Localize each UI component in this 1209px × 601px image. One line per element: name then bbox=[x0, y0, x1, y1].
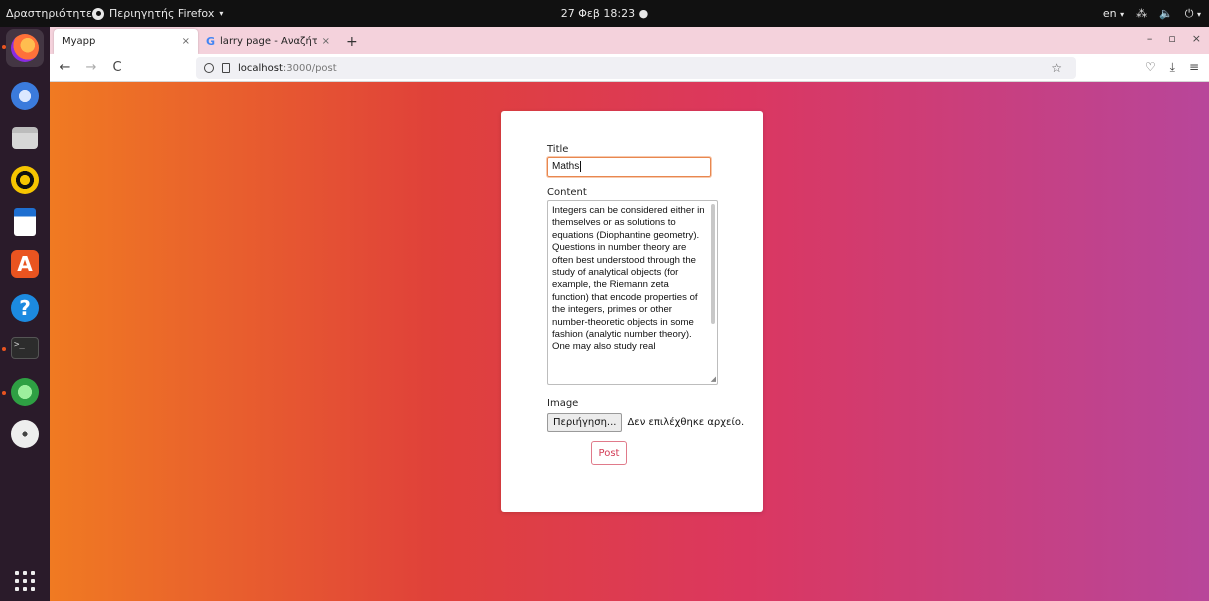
tab-myapp[interactable]: Myapp × bbox=[54, 29, 198, 54]
firefox-icon bbox=[92, 7, 104, 20]
browse-button[interactable]: Περιήγηση... bbox=[547, 413, 623, 432]
maximize-icon[interactable]: ▫ bbox=[1168, 32, 1175, 45]
system-top-bar: Δραστηριότητες Περιηγητής Firefox ▾ 27 Φ… bbox=[0, 0, 1209, 27]
dock-firefox[interactable] bbox=[6, 29, 44, 67]
tab-title: larry page - Αναζήτηση G bbox=[220, 36, 317, 47]
help-icon: ? bbox=[11, 294, 39, 322]
forward-button[interactable]: → bbox=[80, 60, 102, 75]
minimize-icon[interactable]: – bbox=[1147, 32, 1153, 45]
dock-thunderbird[interactable] bbox=[6, 77, 44, 115]
files-icon bbox=[12, 127, 38, 149]
resize-handle-icon[interactable]: ◢ bbox=[711, 376, 716, 383]
close-tab-icon[interactable]: × bbox=[322, 36, 330, 47]
notification-dot-icon: ● bbox=[638, 7, 649, 20]
url-host: localhost bbox=[238, 62, 283, 74]
app-menu-label: Περιηγητής Firefox bbox=[109, 7, 215, 20]
textarea-scrollbar[interactable] bbox=[711, 204, 715, 324]
chevron-down-icon: ▾ bbox=[219, 9, 224, 18]
power-icon[interactable]: ⏻ ▾ bbox=[1185, 7, 1201, 21]
reload-button[interactable]: C bbox=[106, 60, 128, 75]
network-icon[interactable]: ⁂ bbox=[1136, 7, 1147, 20]
no-file-selected-text: Δεν επιλέχθηκε αρχείο. bbox=[627, 417, 745, 428]
page-viewport: Title Maths Content Integers can be cons… bbox=[50, 82, 1209, 601]
navigation-bar: ← → C localhost:3000/post ☆ ♡ ⤓ ≡ bbox=[50, 54, 1209, 82]
new-tab-button[interactable]: + bbox=[338, 29, 366, 54]
title-input[interactable]: Maths bbox=[547, 157, 711, 177]
menu-icon[interactable]: ≡ bbox=[1189, 60, 1199, 75]
close-window-icon[interactable]: × bbox=[1192, 32, 1201, 45]
activities-button[interactable]: Δραστηριότητες bbox=[0, 7, 98, 20]
file-input: Περιήγηση... Δεν επιλέχθηκε αρχείο. bbox=[547, 413, 744, 432]
dock-terminal[interactable]: >_ bbox=[6, 329, 44, 367]
tab-title: Myapp bbox=[62, 36, 96, 47]
url-path: :3000/post bbox=[282, 62, 337, 74]
language-selector[interactable]: en ▾ bbox=[1103, 7, 1124, 20]
post-button[interactable]: Post bbox=[591, 441, 627, 465]
download-icon[interactable]: ⤓ bbox=[1170, 60, 1175, 75]
dock-writer[interactable] bbox=[6, 203, 44, 241]
content-textarea[interactable]: Integers can be considered either in the… bbox=[547, 200, 718, 385]
dock-atom[interactable] bbox=[6, 373, 44, 411]
software-store-icon: A bbox=[11, 250, 39, 278]
dock-help[interactable]: ? bbox=[6, 289, 44, 327]
firefox-icon bbox=[11, 34, 39, 62]
atom-icon bbox=[11, 378, 39, 406]
dock: A ? >_ bbox=[0, 27, 50, 601]
volume-icon[interactable]: 🔈 bbox=[1159, 7, 1173, 20]
content-label: Content bbox=[547, 187, 587, 198]
dock-disc[interactable] bbox=[6, 415, 44, 453]
clock[interactable]: 27 Φεβ 18:23 ● bbox=[561, 7, 648, 20]
show-applications-icon[interactable] bbox=[13, 569, 37, 593]
page-info-icon[interactable] bbox=[222, 63, 230, 73]
rhythmbox-icon bbox=[11, 166, 39, 194]
url-bar[interactable]: localhost:3000/post ☆ bbox=[196, 57, 1076, 79]
dock-software[interactable]: A bbox=[6, 245, 44, 283]
google-icon: G bbox=[206, 35, 216, 48]
title-label: Title bbox=[547, 144, 569, 155]
image-label: Image bbox=[547, 398, 579, 409]
close-tab-icon[interactable]: × bbox=[182, 36, 190, 47]
tracking-shield-icon[interactable] bbox=[204, 63, 214, 73]
terminal-icon: >_ bbox=[11, 337, 39, 359]
dock-rhythmbox[interactable] bbox=[6, 161, 44, 199]
pocket-icon[interactable]: ♡ bbox=[1145, 60, 1156, 75]
dock-files[interactable] bbox=[6, 119, 44, 157]
thunderbird-icon bbox=[11, 82, 39, 110]
tab-bar: Myapp × G larry page - Αναζήτηση G × + –… bbox=[50, 27, 1209, 54]
tab-google-search[interactable]: G larry page - Αναζήτηση G × bbox=[198, 29, 338, 54]
writer-icon bbox=[14, 208, 36, 236]
back-button[interactable]: ← bbox=[54, 60, 76, 75]
app-menu[interactable]: Περιηγητής Firefox ▾ bbox=[92, 7, 223, 20]
disc-icon bbox=[11, 420, 39, 448]
bookmark-star-icon[interactable]: ☆ bbox=[1051, 61, 1062, 75]
post-form-card: Title Maths Content Integers can be cons… bbox=[501, 111, 763, 512]
